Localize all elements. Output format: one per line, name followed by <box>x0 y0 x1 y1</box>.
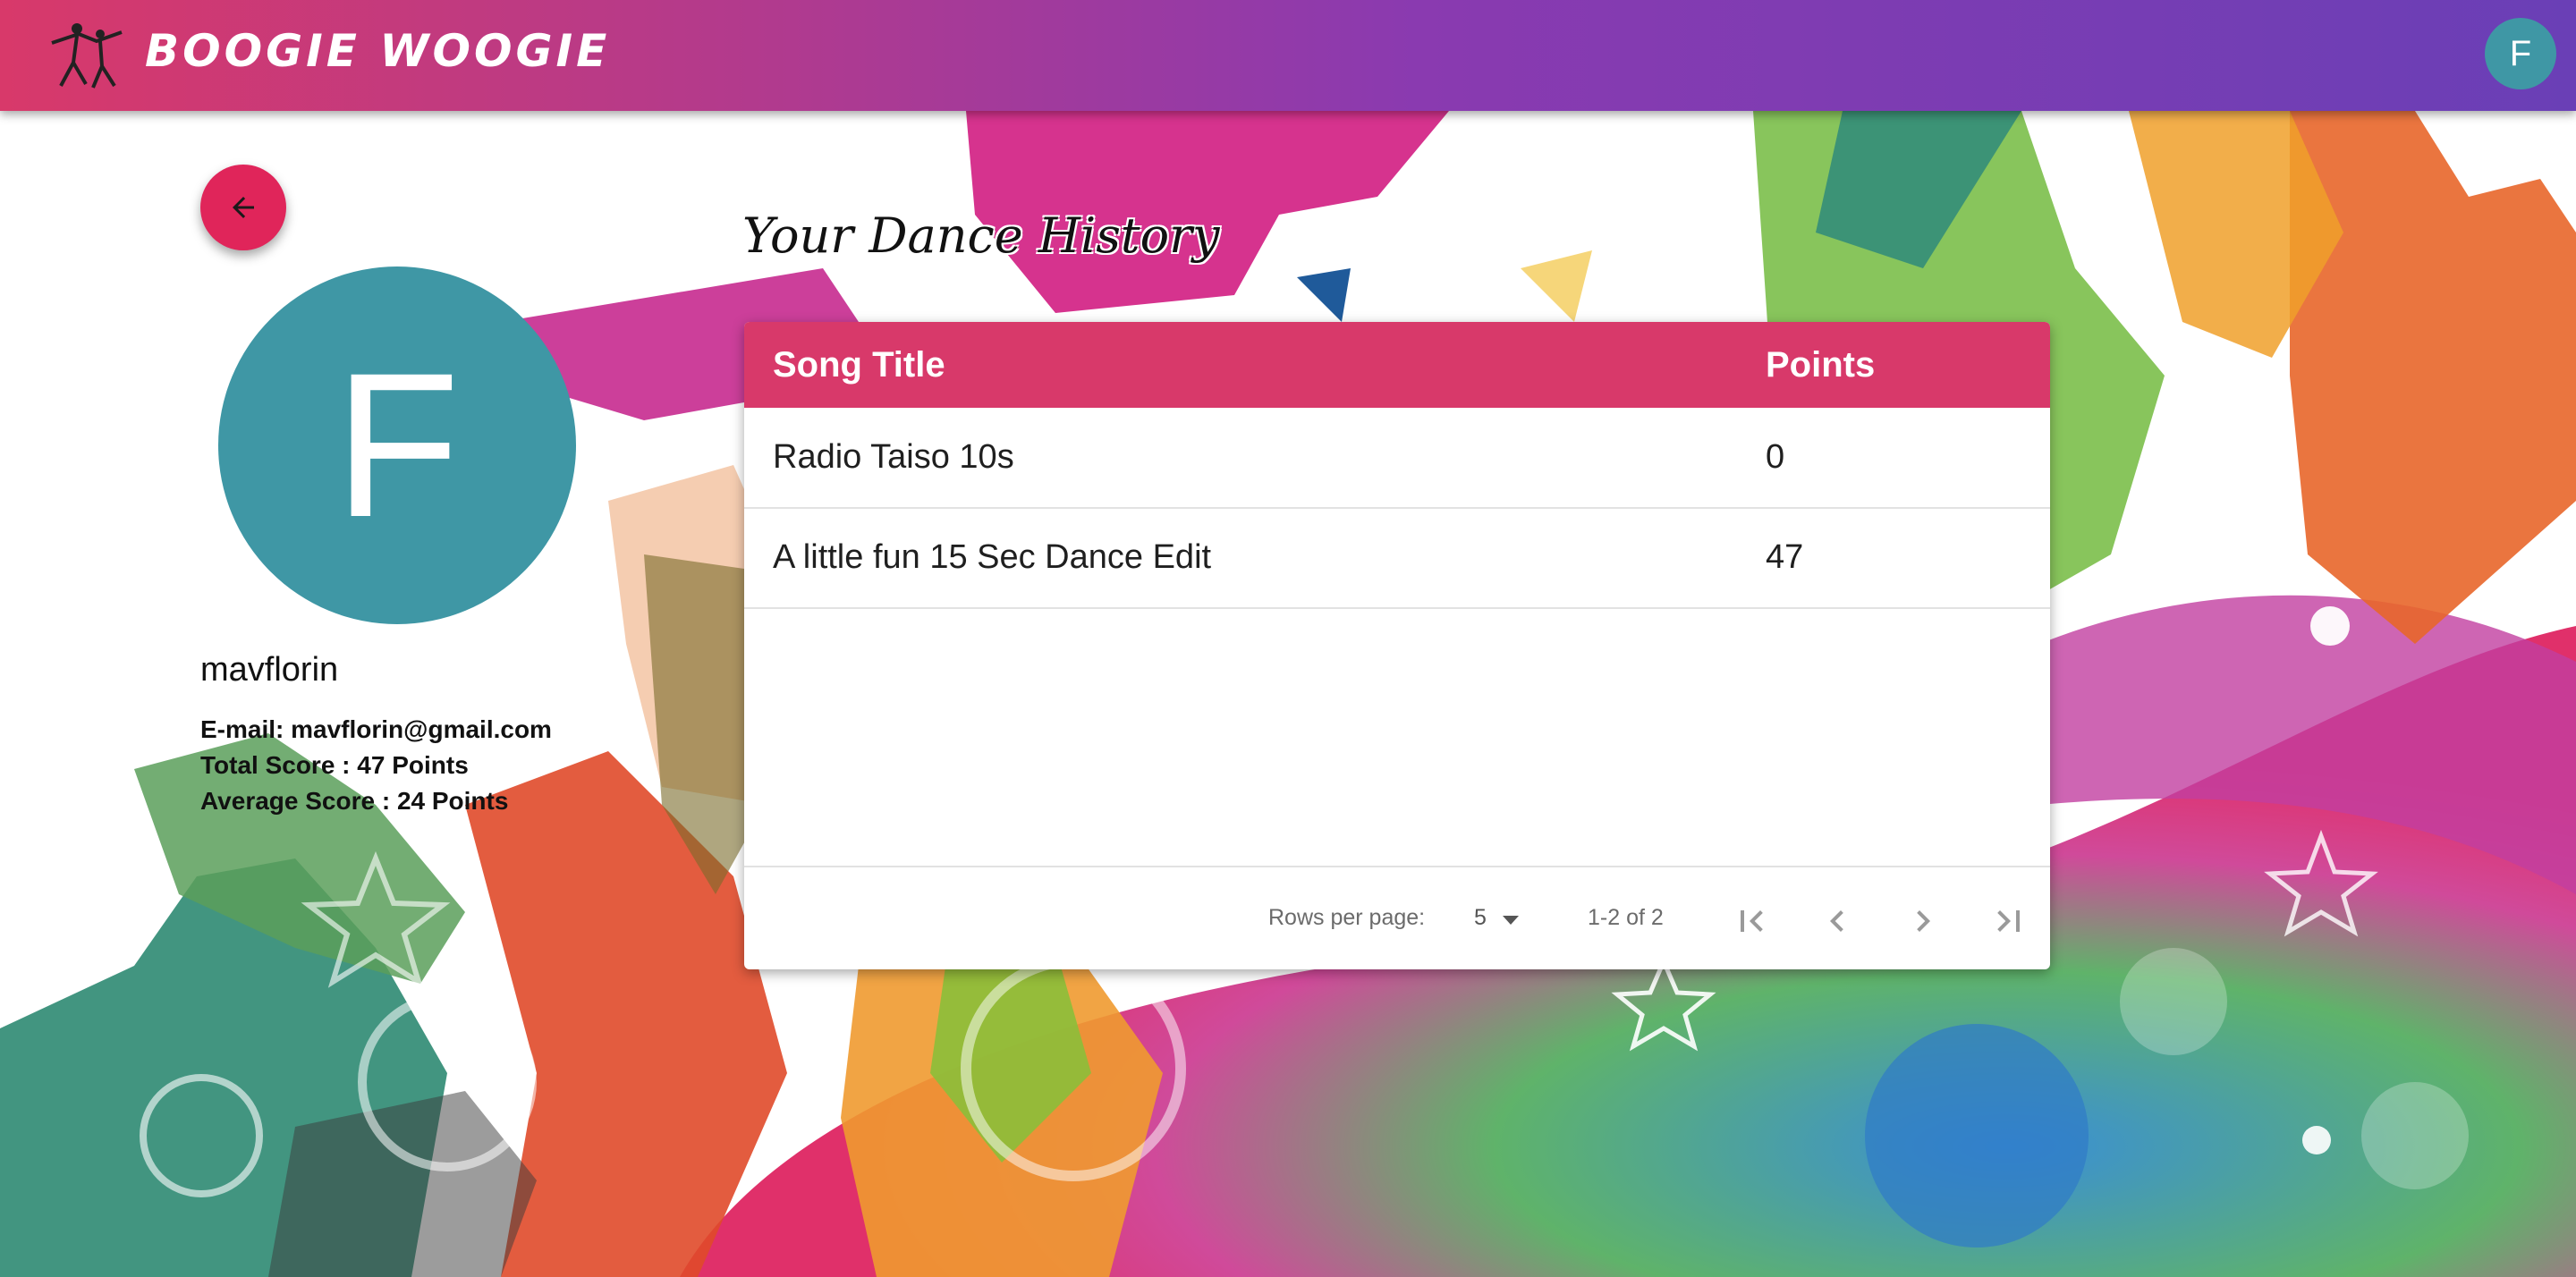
points-cell: 0 <box>1766 438 1785 476</box>
column-header-points[interactable]: Points <box>1766 345 1875 385</box>
first-page-icon[interactable] <box>1730 900 1773 943</box>
table-row[interactable]: A little fun 15 Sec Dance Edit 47 <box>744 508 2050 609</box>
table-row[interactable]: Radio Taiso 10s 0 <box>744 408 2050 509</box>
app-brand-title[interactable]: BOOGIE WOOGIE <box>145 25 610 77</box>
user-avatar-button[interactable]: F <box>2485 18 2556 89</box>
profile-username: mavflorin <box>200 651 339 689</box>
last-page-icon[interactable] <box>1987 900 2030 943</box>
dance-history-table: Song Title Points Radio Taiso 10s 0 A li… <box>744 322 2050 969</box>
column-header-song-title[interactable]: Song Title <box>773 345 945 385</box>
rows-per-page-label: Rows per page: <box>1268 905 1426 930</box>
dancing-couple-icon[interactable] <box>43 16 129 91</box>
pagination-range: 1-2 of 2 <box>1588 905 1664 930</box>
dance-history-title: Your Dance History <box>742 207 1220 264</box>
profile-avatar: F <box>218 266 576 624</box>
song-title-cell: Radio Taiso 10s <box>773 438 1014 476</box>
points-cell: 47 <box>1766 538 1804 576</box>
back-button[interactable] <box>200 165 286 250</box>
table-header: Song Title Points <box>744 322 2050 408</box>
rows-per-page-select[interactable]: 5 <box>1474 905 1487 931</box>
song-title-cell: A little fun 15 Sec Dance Edit <box>773 538 1212 576</box>
profile-average-score: Average Score : 24 Points <box>200 787 509 815</box>
table-pagination: Rows per page: 5 1-2 of 2 <box>744 866 2050 969</box>
chevron-right-icon[interactable] <box>1902 900 1945 943</box>
arrow-left-icon <box>233 197 254 218</box>
app-header: BOOGIE WOOGIE F <box>0 0 2576 111</box>
caret-down-icon[interactable] <box>1501 914 1521 926</box>
profile-total-score: Total Score : 47 Points <box>200 751 469 779</box>
profile-email: E-mail: mavflorin@gmail.com <box>200 715 552 743</box>
chevron-left-icon[interactable] <box>1816 900 1859 943</box>
